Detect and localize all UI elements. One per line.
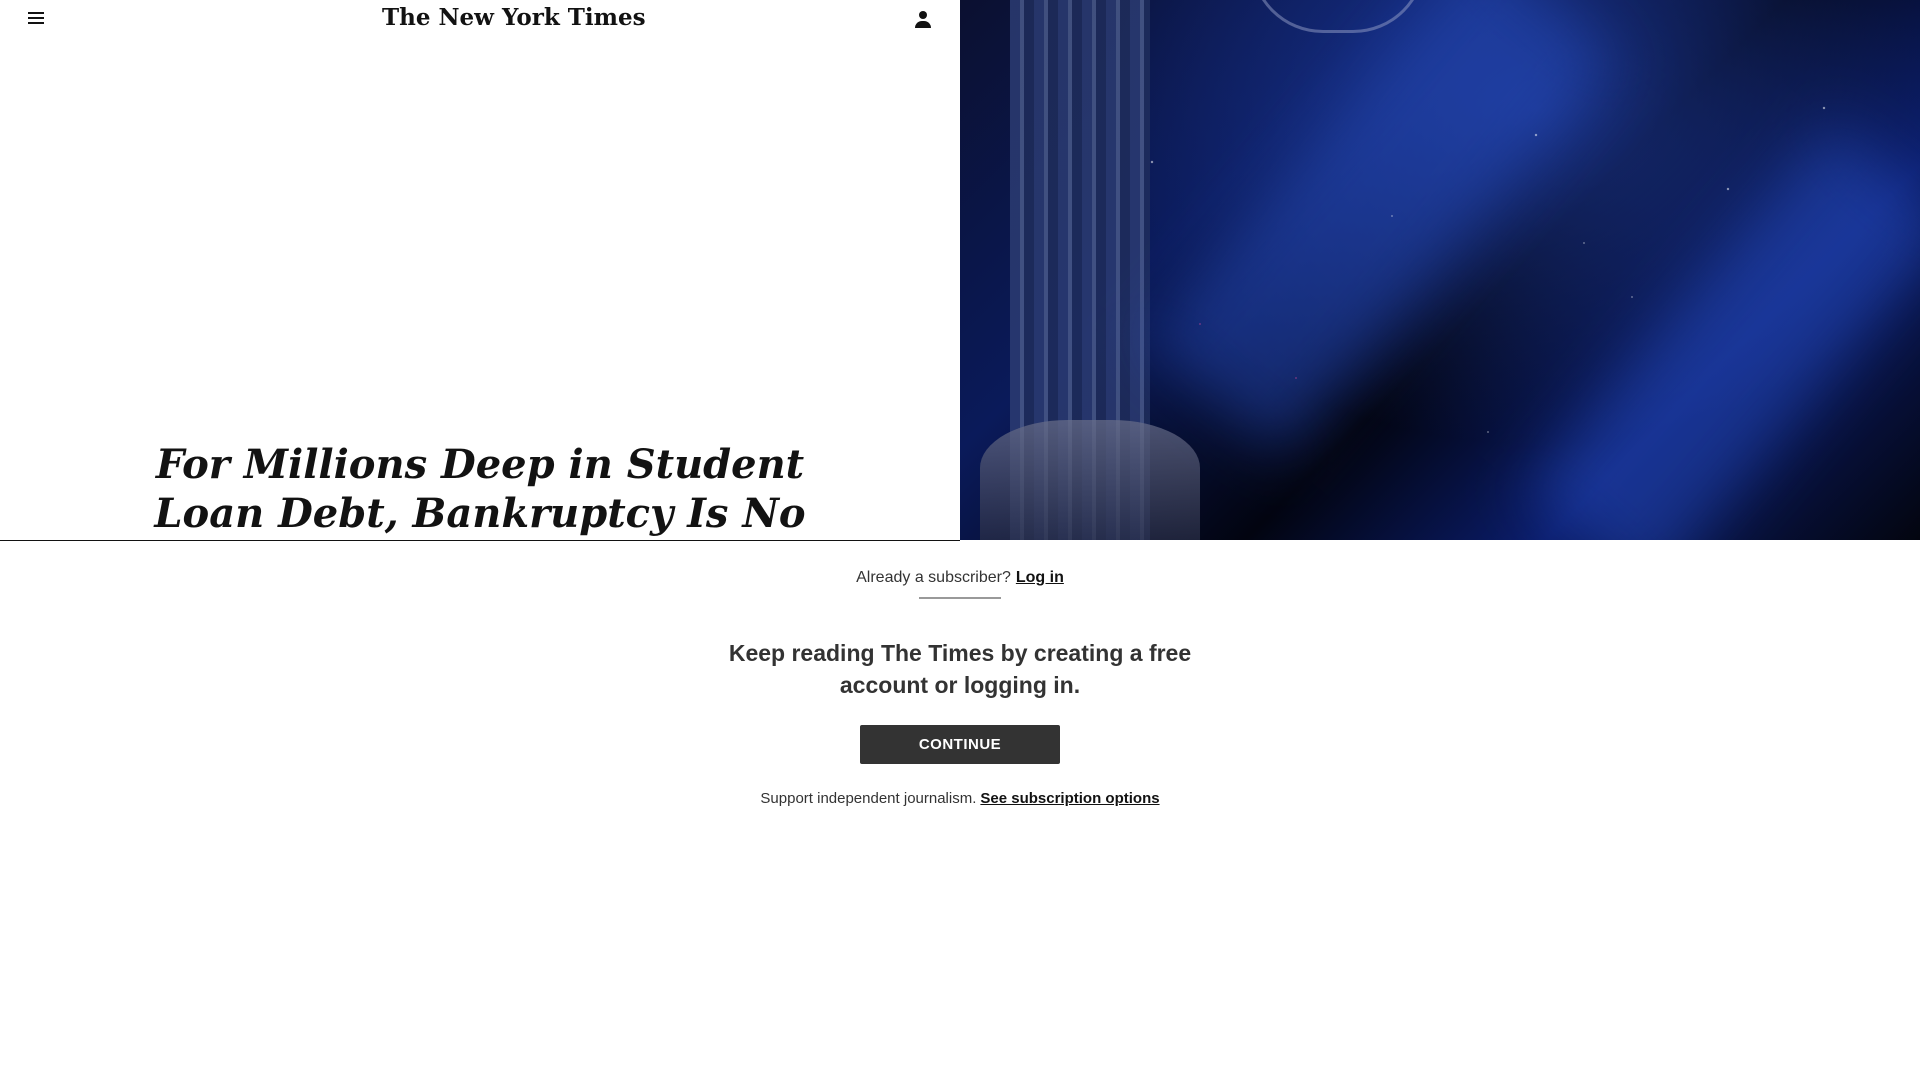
article-header-pane: The New York Times For Millions Deep in … xyxy=(0,0,960,540)
hero-stars xyxy=(960,0,1920,540)
support-text: Support independent journalism. xyxy=(760,790,977,807)
already-subscriber-row: Already a subscriber? Log in xyxy=(0,569,1920,587)
site-header: The New York Times xyxy=(0,0,960,40)
keep-reading-message: Keep reading The Times by creating a fre… xyxy=(728,640,1192,698)
hero-image xyxy=(960,0,1920,540)
nyt-logo[interactable]: The New York Times xyxy=(382,4,646,31)
hamburger-menu-icon[interactable] xyxy=(28,12,44,26)
already-subscriber-text: Already a subscriber? xyxy=(856,569,1011,586)
support-row: Support independent journalism. See subsc… xyxy=(0,790,1920,807)
gate-divider xyxy=(919,597,1001,599)
registration-gate: Already a subscriber? Log in Keep reading… xyxy=(0,541,1920,1080)
subscription-options-link[interactable]: See subscription options xyxy=(980,790,1159,807)
continue-button[interactable]: CONTINUE xyxy=(860,725,1060,764)
person-icon[interactable] xyxy=(914,10,932,30)
article-headline: For Millions Deep in Student Loan Debt, … xyxy=(154,441,806,540)
login-link[interactable]: Log in xyxy=(1016,569,1064,586)
